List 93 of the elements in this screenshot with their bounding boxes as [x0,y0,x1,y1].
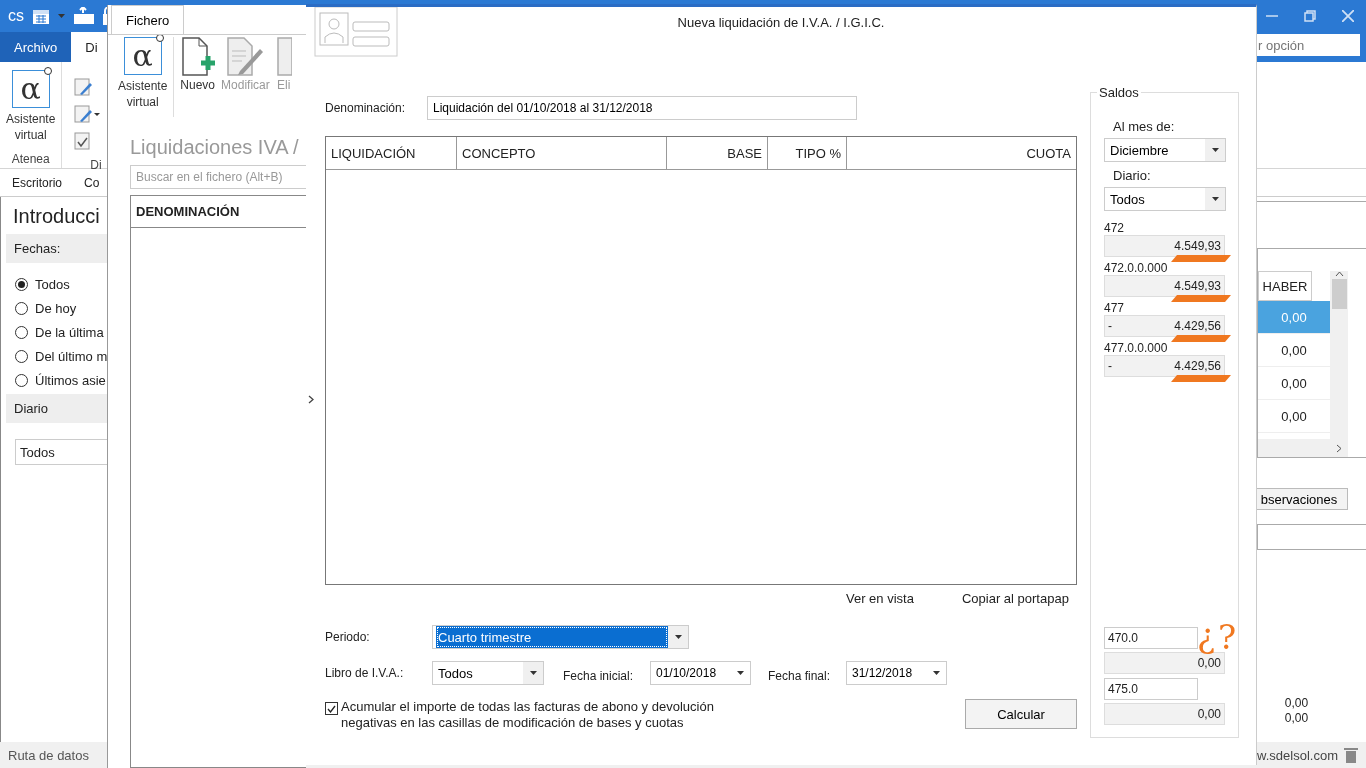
caret-icon [674,635,682,639]
panel-title: Saldos [1097,85,1141,100]
account-label: 477 [1104,301,1126,315]
nav-tab[interactable]: Escritorio [12,175,62,190]
scrollbar-thumb[interactable] [1331,279,1347,309]
section-header: Diario [6,394,108,423]
radio-icon[interactable] [15,326,28,339]
field-label: Diario: [1112,168,1152,183]
panel-title: Introducci [12,204,101,229]
notes-box[interactable] [1257,524,1366,550]
balance-value: 4.429,56 [1174,319,1221,333]
checkbox-label: Acumular el importe de todas las facturas de abono y devolución negativas en las casillas de modificación de bases y cuotas [341,699,715,731]
account-label: 477.0.0.000 [1104,341,1169,355]
field-label: Periodo: [325,630,371,644]
annotation-mark: ¿ [1197,618,1216,652]
field-label: Fecha final: [768,668,832,683]
caret-icon [1211,197,1219,201]
month-dropdown[interactable]: Diciembre [1104,138,1226,162]
group-label: Di [90,158,102,172]
scroll-right-icon[interactable] [1336,443,1342,453]
field-label: Denominación: [325,101,407,115]
restore-icon[interactable] [1304,10,1316,22]
edit-sheet-icon[interactable] [74,105,101,123]
website-link[interactable]: w.sdelsol.com [1257,747,1338,763]
column-header: TIPO % [768,137,847,169]
section-header: Fechas: [6,234,108,263]
total-value: 0,00 [1284,696,1309,711]
close-icon[interactable] [1342,10,1354,22]
list-title: Liquidaciones IVA / [129,135,300,160]
toolbar-button[interactable]: Nuevo [180,37,216,93]
column-header: BASE [667,137,768,169]
nav-tab[interactable]: Co [84,175,100,190]
status-text: Ruta de datos [8,747,89,763]
app-logo: cs [8,7,24,25]
balance-value: 0,00 [1197,656,1221,670]
checklist-icon[interactable] [74,132,93,150]
balance-value: 4.549,93 [1174,279,1221,293]
field-label: Fecha inicial: [563,668,635,683]
folder-up-icon[interactable] [73,7,95,25]
checkbox[interactable] [325,702,338,715]
column-header: CUOTA [1025,144,1072,163]
calculate-button[interactable]: Calcular [965,699,1077,729]
name-field[interactable]: Liquidación del 01/10/2018 al 31/12/2018 [427,96,857,120]
field-label: Al mes de: [1112,119,1176,134]
column-header: CONCEPTO [457,137,667,169]
ribbon-tab[interactable]: Fichero [111,5,185,34]
scroll-up-icon[interactable] [1334,271,1344,277]
date-field[interactable]: 01/10/2018 [650,661,751,685]
total-value: 0,00 [1284,711,1309,726]
radio-icon[interactable] [15,302,28,315]
sign: - [1108,319,1112,333]
action-link[interactable]: Ver en vista [846,590,914,606]
balance-value: 0,00 [1197,707,1221,721]
sign: - [1108,359,1112,373]
caret-icon [529,671,537,675]
assistant-button[interactable]: α Asistente virtual [118,37,168,110]
column-header: HABER [1258,271,1312,301]
account-field[interactable]: 475.0 [1104,678,1198,700]
caret-icon [1211,148,1219,152]
radio-icon[interactable] [15,374,28,387]
new-document-icon [180,37,215,77]
account-label: 472.0.0.000 [1104,261,1169,275]
book-dropdown[interactable]: Todos [432,661,544,685]
account-field[interactable]: 470.0 [1104,627,1198,649]
search-field[interactable]: Buscar en el fichero (Alt+B) [130,165,306,189]
radio-icon[interactable] [15,350,28,363]
dialog-title: Nueva liquidación de I.V.A. / I.G.I.C. [677,15,885,30]
journal-dropdown[interactable]: Todos [1104,187,1226,211]
column-header: LIQUIDACIÓN [326,137,457,169]
annotation-mark: ? [1218,620,1237,654]
contact-card-icon [314,7,398,57]
edit-document-icon [226,37,265,77]
caret-icon [736,671,744,675]
dropdown-caret-icon [58,14,65,18]
document-icon [275,37,292,77]
group-label: Atenea [11,152,50,166]
chevron-icon[interactable] [308,395,314,404]
balance-value: 4.429,56 [1174,359,1221,373]
action-link[interactable]: Copiar al portapap [961,590,1069,606]
edit-sheet-icon[interactable] [74,78,93,96]
assistant-button[interactable]: α Asistente virtual [6,70,56,143]
radio-icon[interactable] [15,278,28,291]
balance-value: 4.549,93 [1174,239,1221,253]
account-label: 472 [1104,221,1126,235]
field-label: Libro de I.V.A.: [325,666,405,680]
ribbon-tab[interactable]: Archivo [0,32,72,62]
scrollbar[interactable] [1258,439,1348,457]
date-field[interactable]: 31/12/2018 [846,661,947,685]
calendar-icon[interactable] [32,7,50,25]
trash-icon[interactable] [1344,747,1358,763]
period-dropdown[interactable]: Cuarto trimestre [432,625,689,649]
scrollbar[interactable] [1330,271,1348,441]
caret-icon [932,671,940,675]
